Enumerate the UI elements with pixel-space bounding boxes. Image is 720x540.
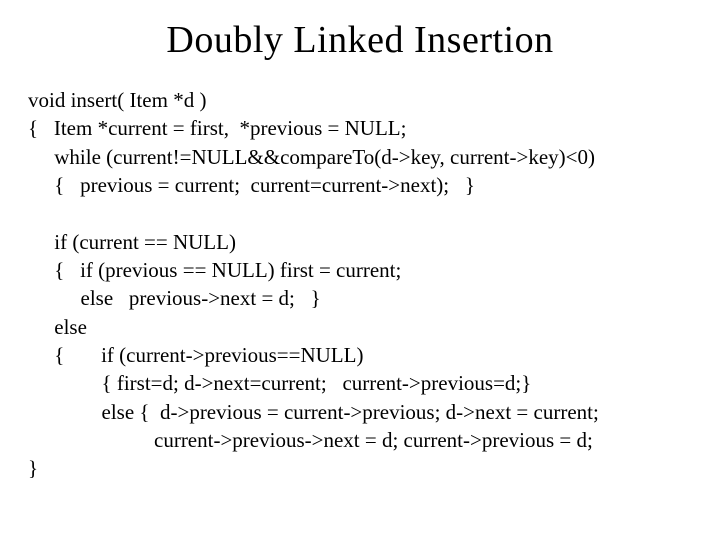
code-line: void insert( Item *d )	[28, 88, 206, 112]
slide-title: Doubly Linked Insertion	[0, 0, 720, 62]
code-line: { Item *current = first, *previous = NUL…	[28, 116, 406, 140]
code-line: if (current == NULL)	[28, 230, 236, 254]
code-line: else	[28, 315, 87, 339]
code-block: void insert( Item *d ) { Item *current =…	[0, 62, 720, 483]
code-line: { if (current->previous==NULL)	[28, 343, 363, 367]
code-line: }	[28, 456, 38, 480]
code-line: else previous->next = d; }	[28, 286, 321, 310]
code-line: { if (previous == NULL) first = current;	[28, 258, 401, 282]
code-line: while (current!=NULL&&compareTo(d->key, …	[28, 145, 595, 169]
code-line: current->previous->next = d; current->pr…	[28, 428, 593, 452]
code-line: else { d->previous = current->previous; …	[28, 400, 599, 424]
slide: Doubly Linked Insertion void insert( Ite…	[0, 0, 720, 540]
code-line: { first=d; d->next=current; current->pre…	[28, 371, 531, 395]
code-line: { previous = current; current=current->n…	[28, 173, 475, 197]
